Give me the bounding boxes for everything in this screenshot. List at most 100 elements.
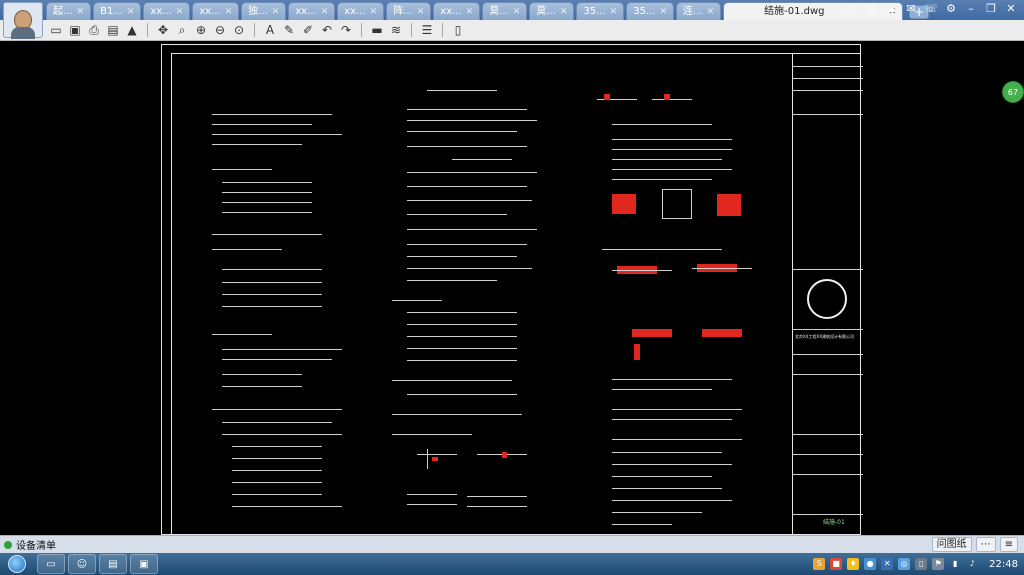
tray-sync-icon[interactable]: ● <box>864 558 877 570</box>
toolbar-divider <box>147 23 148 37</box>
document-icon[interactable]: ▯ <box>450 22 466 38</box>
tab-9[interactable]: 莫... ✕ <box>482 2 528 20</box>
toolbar-divider <box>411 23 412 37</box>
close-icon[interactable]: ✕ <box>513 4 521 20</box>
save-icon[interactable]: ▣ <box>67 22 83 38</box>
zoom-out-icon[interactable]: ⊖ <box>212 22 228 38</box>
layers-icon[interactable]: ☰ <box>419 22 435 38</box>
tab-0[interactable]: 起... ✕ <box>46 2 92 20</box>
start-button[interactable] <box>0 553 34 575</box>
redo-icon[interactable]: ↷ <box>338 22 354 38</box>
tab-label: 35... <box>583 5 606 17</box>
task-archive[interactable]: ▤ <box>99 554 127 574</box>
close-icon[interactable]: ✕ <box>466 4 474 20</box>
tab-label: 莫... <box>536 5 556 17</box>
status-actions: 问图纸 ⋯ ≡ <box>931 537 1018 552</box>
tray-device-icon[interactable]: ▯ <box>915 558 928 570</box>
task-cad-viewer[interactable]: ▣ <box>130 554 158 574</box>
tab-label: xx... <box>344 5 366 17</box>
close-icon[interactable]: ✕ <box>659 4 667 20</box>
windows-logo-icon <box>8 555 26 573</box>
close-icon[interactable]: ✕ <box>707 4 715 20</box>
task-explorer[interactable]: ▭ <box>37 554 65 574</box>
drawing-canvas[interactable]: 北京XX工程XX建筑设计有限公司 结施-01 67 <box>0 41 1024 535</box>
tab-label: 独... <box>248 5 268 17</box>
task-app-avatar[interactable]: ☺ <box>68 554 96 574</box>
drawing-border: 北京XX工程XX建筑设计有限公司 结施-01 <box>171 53 863 535</box>
close-icon[interactable]: ✕ <box>272 4 280 20</box>
tab-7[interactable]: 阵... ✕ <box>386 2 432 20</box>
tab-1[interactable]: B1... ✕ <box>93 2 142 20</box>
zoom-in-icon[interactable]: ⊕ <box>193 22 209 38</box>
tab-label: xx... <box>150 5 172 17</box>
tab-label: xx... <box>199 5 221 17</box>
marker-icon[interactable]: ✐ <box>300 22 316 38</box>
gear-icon[interactable]: ⚙ <box>944 2 958 16</box>
system-tray: S ■ ♦ ● ✕ ◎ ▯ ⚑ ▮ ♪ 22:48 <box>813 553 1024 575</box>
toolbar-divider <box>442 23 443 37</box>
close-icon[interactable]: ✕ <box>127 4 135 20</box>
pencil-icon[interactable]: ✎ <box>281 22 297 38</box>
avatar-icon <box>11 10 35 39</box>
tab-12[interactable]: 35... ✕ <box>626 2 675 20</box>
print-icon[interactable]: ⎙ <box>86 22 102 38</box>
expand-button[interactable]: ≡ <box>999 537 1018 552</box>
close-icon[interactable]: ✕ <box>321 4 329 20</box>
close-icon[interactable]: ✕ <box>417 4 425 20</box>
device-list-label[interactable]: 设备清单 <box>16 537 56 552</box>
pan-icon[interactable]: ✥ <box>155 22 171 38</box>
minimize-icon[interactable]: – <box>964 2 978 16</box>
tray-flag-icon[interactable]: ⚑ <box>932 558 945 570</box>
title-block: 北京XX工程XX建筑设计有限公司 结施-01 <box>792 54 863 535</box>
comment-button[interactable]: ⋯ <box>975 537 996 552</box>
export-icon[interactable]: ⇪ <box>864 2 878 16</box>
tab-13[interactable]: 连... ✕ <box>676 2 722 20</box>
tray-run-icon[interactable]: ♦ <box>847 558 860 570</box>
document-tabs: 起... ✕ B1... ✕ xx... ✕ xx... ✕ 独... ✕ xx... ✕ … <box>46 2 930 20</box>
tab-11[interactable]: 35... ✕ <box>576 2 625 20</box>
tray-security-icon[interactable]: S <box>813 558 826 570</box>
tab-10[interactable]: 莫... ✕ <box>529 2 575 20</box>
tray-chat-icon[interactable]: ◎ <box>898 558 911 570</box>
text-icon[interactable]: A <box>262 22 278 38</box>
clock[interactable]: 22:48 <box>989 559 1018 570</box>
close-icon[interactable]: ✕ <box>77 4 85 20</box>
zoom-window-icon[interactable]: ⌕ <box>174 22 190 38</box>
close-window-icon[interactable]: ✕ <box>1004 2 1018 16</box>
tab-4[interactable]: 独... ✕ <box>241 2 287 20</box>
tab-6[interactable]: xx... ✕ <box>337 2 385 20</box>
close-icon[interactable]: ✕ <box>176 4 184 20</box>
zoom-extents-icon[interactable]: ⊙ <box>231 22 247 38</box>
tab-2[interactable]: xx... ✕ <box>143 2 191 20</box>
tab-label: 连... <box>683 5 703 17</box>
close-icon[interactable]: ✕ <box>610 4 618 20</box>
undo-icon[interactable]: ↶ <box>319 22 335 38</box>
phone-icon[interactable]: ☏ <box>924 2 938 16</box>
tray-close-icon[interactable]: ✕ <box>881 558 894 570</box>
mail-icon[interactable]: ✉ <box>904 2 918 16</box>
close-icon[interactable]: ✕ <box>560 4 568 20</box>
tray-network-icon[interactable]: ▮ <box>949 558 961 570</box>
user-avatar[interactable] <box>3 2 43 39</box>
restore-icon[interactable]: ❐ <box>984 2 998 16</box>
share-users-icon[interactable]: ⚇ <box>844 2 858 16</box>
lock-icon[interactable]: ▲ <box>124 22 140 38</box>
hatch-icon[interactable]: ≋ <box>388 22 404 38</box>
pdf-icon[interactable]: ▤ <box>105 22 121 38</box>
measure-icon[interactable]: ▬ <box>369 22 385 38</box>
cloud-icon[interactable]: ☁ <box>884 2 898 16</box>
tab-5[interactable]: xx... ✕ <box>288 2 336 20</box>
tray-volume-icon[interactable]: ♪ <box>966 558 978 570</box>
tab-8[interactable]: xx... ✕ <box>433 2 481 20</box>
ask-drawing-button[interactable]: 问图纸 <box>931 537 972 552</box>
tab-label: 莫... <box>489 5 509 17</box>
tab-bar: 起... ✕ B1... ✕ xx... ✕ xx... ✕ 独... ✕ xx... ✕ … <box>0 0 1024 39</box>
tab-label: xx... <box>295 5 317 17</box>
close-icon[interactable]: ✕ <box>370 4 378 20</box>
notification-badge[interactable]: 67 <box>1002 81 1024 103</box>
close-icon[interactable]: ✕ <box>225 4 233 20</box>
tray-app-icon[interactable]: ■ <box>830 558 843 570</box>
open-folder-icon[interactable]: ▭ <box>48 22 64 38</box>
toolbar: ▭ ▣ ⎙ ▤ ▲ ✥ ⌕ ⊕ ⊖ ⊙ A ✎ ✐ ↶ ↷ ▬ ≋ ☰ ▯ <box>0 20 1024 41</box>
tab-3[interactable]: xx... ✕ <box>192 2 240 20</box>
